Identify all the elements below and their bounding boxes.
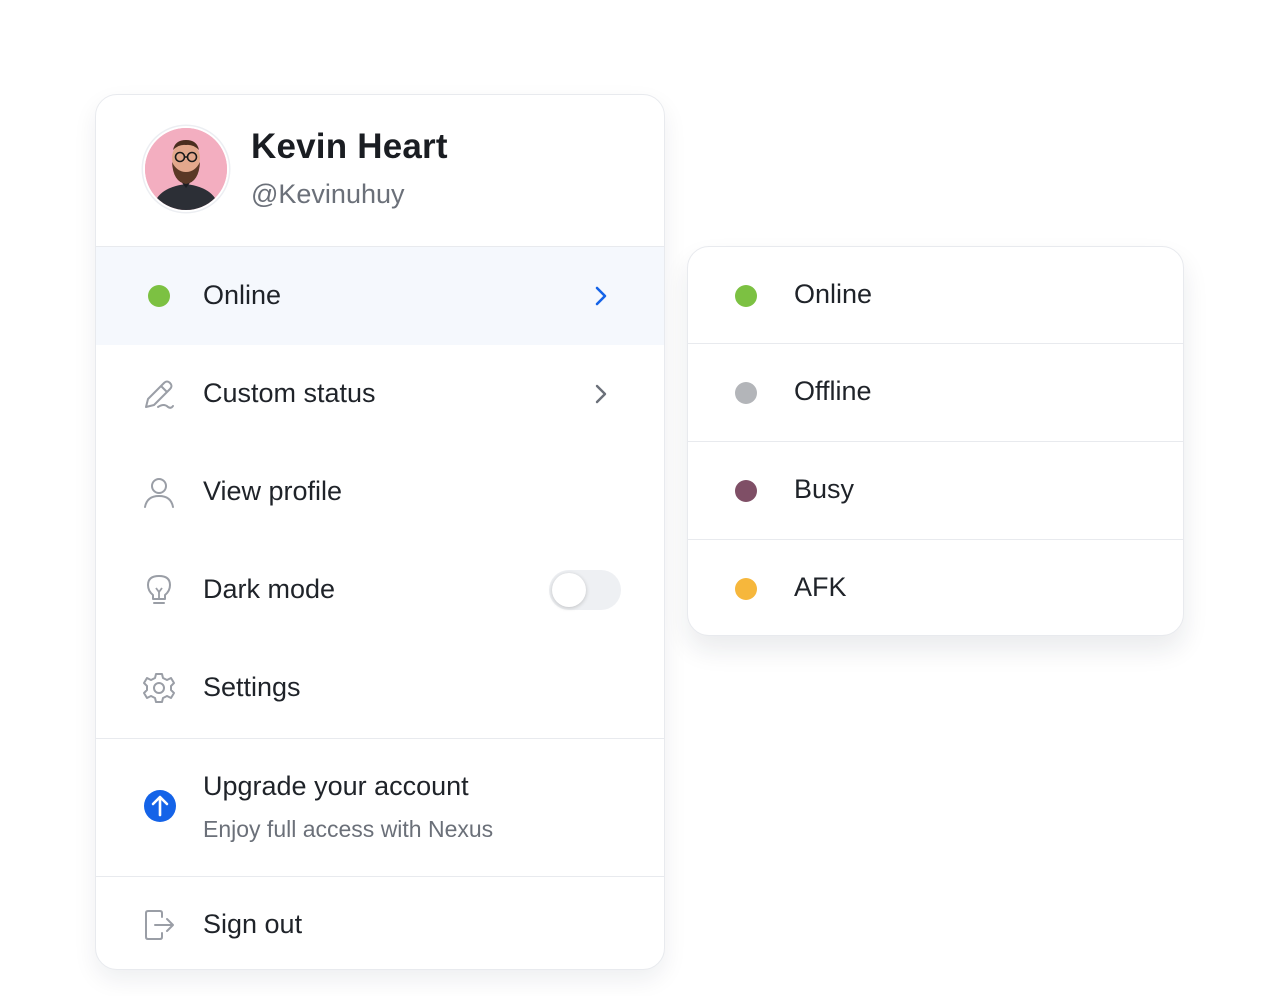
status-option-label: Offline [794,376,872,406]
profile-header: Kevin Heart @Kevinuhuy [96,95,664,247]
upgrade-title: Upgrade your account [203,771,469,801]
upgrade-account-menu-item[interactable] [96,739,664,876]
online-status-dot [735,285,757,307]
status-option-offline[interactable]: Offline [688,343,1183,441]
settings-menu-item[interactable]: Settings [96,639,664,737]
dark-mode-label: Dark mode [203,574,336,604]
dark-mode-menu-item[interactable]: Dark mode [96,541,664,639]
afk-status-dot [735,578,757,600]
status-option-label: Online [794,279,873,309]
status-label: Online [203,280,282,310]
custom-status-menu-item[interactable]: Custom status [96,345,664,443]
view-profile-menu-item[interactable]: View profile [96,443,664,541]
sign-out-label: Sign out [203,909,303,939]
user-handle: @Kevinuhuy [251,179,405,209]
status-menu-item[interactable]: Online [96,247,664,345]
status-option-online[interactable]: Online [688,247,1183,345]
avatar[interactable] [143,126,229,212]
status-submenu: Online Offline Busy AFK [687,246,1184,636]
custom-status-label: Custom status [203,378,376,408]
offline-status-dot [735,382,757,404]
chevron-right-icon [595,286,607,306]
sign-out-menu-item[interactable]: Sign out [96,876,664,969]
view-profile-label: View profile [203,476,343,506]
busy-status-dot [735,480,757,502]
arrow-up-circle-icon [144,790,176,822]
avatar-image [145,128,227,210]
gear-icon [142,671,176,705]
status-indicator [142,279,176,313]
status-option-busy[interactable]: Busy [688,441,1183,539]
online-status-dot [148,285,170,307]
toggle-knob [552,573,586,607]
sign-out-icon [142,908,176,942]
user-icon [142,475,176,509]
chevron-right-icon [595,384,607,404]
status-option-label: Busy [794,474,855,504]
account-menu: Kevin Heart @Kevinuhuy Online Custom sta… [95,94,665,970]
status-option-afk[interactable]: AFK [688,539,1183,635]
upgrade-subtitle: Enjoy full access with Nexus [203,816,494,842]
dark-mode-toggle[interactable] [549,570,621,610]
settings-label: Settings [203,672,301,702]
pencil-icon [142,377,176,411]
status-option-label: AFK [794,572,847,602]
user-name: Kevin Heart [251,127,448,166]
lightbulb-icon [142,573,176,607]
